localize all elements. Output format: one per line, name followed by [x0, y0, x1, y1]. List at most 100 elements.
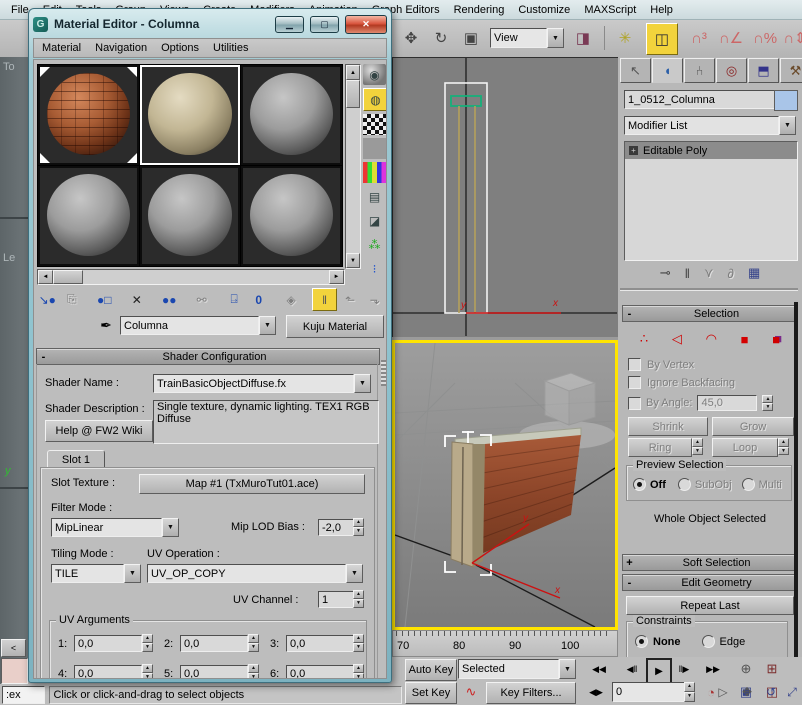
- play-button-icon[interactable]: ▶: [646, 658, 672, 684]
- ring-button[interactable]: Ring: [628, 438, 692, 457]
- timeline[interactable]: 70 80 90 100: [392, 630, 618, 657]
- uv-arg-6-field[interactable]: 0,0: [286, 665, 354, 679]
- uv-channel-spinner[interactable]: ▲▼: [353, 590, 364, 608]
- chevron-down-icon[interactable]: ▼: [559, 659, 576, 679]
- go-to-parent-icon[interactable]: ⬑: [339, 289, 362, 310]
- uv-operation-dropdown[interactable]: UV_OP_COPY ▼: [147, 564, 363, 583]
- select-and-move-icon[interactable]: ✥: [398, 25, 424, 51]
- uv-arg-1-field[interactable]: 0,0: [74, 635, 142, 652]
- select-and-scale-icon[interactable]: ▣: [458, 25, 484, 51]
- help-fw2-wiki-button[interactable]: Help @ FW2 Wiki: [45, 420, 153, 442]
- close-button[interactable]: ✕: [345, 15, 387, 34]
- select-by-material-icon[interactable]: ⁂: [363, 234, 386, 255]
- arc-rotate-icon[interactable]: ↺: [760, 682, 782, 702]
- tab-utilities-icon[interactable]: ⚒: [780, 58, 802, 83]
- make-unique-icon[interactable]: ⋎: [704, 265, 714, 281]
- tab-hierarchy-icon[interactable]: ⑃: [684, 58, 715, 83]
- frame-spinner[interactable]: ▲▼: [684, 682, 695, 702]
- scroll-thumb-h[interactable]: [53, 270, 83, 284]
- background-checker-icon[interactable]: [363, 114, 386, 135]
- ignore-backfacing-checkbox[interactable]: [628, 376, 641, 389]
- go-forward-to-sibling-icon[interactable]: ⬎: [363, 289, 386, 310]
- border-subobject-icon[interactable]: ◠: [706, 331, 717, 347]
- get-material-icon[interactable]: ↘●: [36, 289, 59, 310]
- pan-icon[interactable]: ✥: [736, 682, 758, 702]
- constraints-none-radio[interactable]: [635, 635, 648, 648]
- menu-customize[interactable]: Customize: [511, 3, 577, 17]
- selection-set-dropdown[interactable]: Selected ▼: [458, 659, 576, 679]
- remove-modifier-icon[interactable]: ∂: [728, 266, 734, 281]
- make-preview-icon[interactable]: ▤: [363, 186, 386, 207]
- material-options-icon[interactable]: ◪: [363, 210, 386, 231]
- chevron-down-icon[interactable]: ▼: [259, 316, 276, 335]
- column-side-face[interactable]: [473, 444, 485, 567]
- field-of-view-icon[interactable]: ▷: [712, 682, 734, 702]
- loop-button[interactable]: Loop: [712, 438, 778, 457]
- sample-type-icon[interactable]: ◉: [363, 64, 386, 85]
- timeline-scroll-left-button[interactable]: <: [1, 639, 26, 657]
- scroll-right-icon[interactable]: ►: [329, 270, 344, 284]
- sample-slot-6[interactable]: [241, 166, 342, 266]
- uv-arg-2-spinner[interactable]: ▲▼: [248, 634, 259, 652]
- scroll-thumb[interactable]: [346, 80, 360, 108]
- zoom-all-icon[interactable]: ⊞: [760, 659, 784, 679]
- zoom-icon[interactable]: ⊕: [734, 659, 758, 679]
- tiling-mode-dropdown[interactable]: TILE ▼: [51, 564, 141, 583]
- scroll-left-icon[interactable]: ◄: [38, 270, 53, 284]
- soft-selection-rollout-header[interactable]: + Soft Selection: [622, 554, 798, 571]
- me-menu-material[interactable]: Material: [42, 42, 81, 54]
- maxscript-mini-listener[interactable]: :ex: [2, 686, 45, 704]
- go-to-start-icon[interactable]: ◀◀: [584, 659, 614, 679]
- pin-stack-icon[interactable]: ⊸: [660, 265, 671, 281]
- reset-map-icon[interactable]: ✕: [125, 289, 148, 310]
- mip-lod-bias-spinner[interactable]: ▲▼: [353, 518, 364, 536]
- make-unique-icon[interactable]: ⚯: [190, 289, 213, 310]
- by-angle-spinner[interactable]: ▲▼: [762, 395, 773, 411]
- assign-material-to-selection-icon[interactable]: ●□: [93, 289, 116, 310]
- auto-key-button[interactable]: Auto Key: [405, 659, 457, 681]
- me-menu-options[interactable]: Options: [161, 42, 199, 54]
- viewport-top[interactable]: y x: [392, 57, 620, 339]
- video-color-check-icon[interactable]: [363, 162, 386, 183]
- shader-config-rollout-header[interactable]: - Shader Configuration: [36, 348, 380, 365]
- chevron-down-icon[interactable]: ▼: [354, 374, 371, 393]
- next-frame-icon[interactable]: ‖▶: [672, 659, 696, 679]
- uv-arg-4-spinner[interactable]: ▲▼: [142, 664, 153, 679]
- put-material-to-scene-icon[interactable]: ⎘: [61, 289, 84, 310]
- slots-vertical-scrollbar[interactable]: ▲ ▼: [345, 64, 361, 269]
- uv-arg-1-spinner[interactable]: ▲▼: [142, 634, 153, 652]
- key-step-icon[interactable]: ◀▶: [584, 682, 608, 702]
- material-editor-titlebar[interactable]: G Material Editor - Columna ▁ ▢ ✕: [33, 12, 387, 36]
- select-and-rotate-icon[interactable]: ↻: [428, 25, 454, 51]
- stack-expand-icon[interactable]: +: [629, 146, 638, 155]
- sample-slot-4[interactable]: [38, 166, 139, 266]
- pick-material-from-object-icon[interactable]: ✒: [96, 315, 116, 335]
- by-vertex-checkbox[interactable]: [628, 358, 641, 371]
- tab-create-icon[interactable]: ↖: [620, 58, 651, 83]
- snap-3-icon[interactable]: ∩³: [686, 25, 712, 51]
- material-name-dropdown[interactable]: Columna ▼: [120, 316, 276, 335]
- selection-rollout-header[interactable]: - Selection: [622, 305, 798, 322]
- use-center-icon[interactable]: ◨: [570, 25, 596, 51]
- by-angle-field[interactable]: 45,0: [697, 395, 757, 411]
- sample-slot-active[interactable]: [140, 65, 241, 165]
- me-menu-utilities[interactable]: Utilities: [213, 42, 248, 54]
- chevron-down-icon[interactable]: ▼: [346, 564, 363, 583]
- scroll-down-icon[interactable]: ▼: [346, 253, 360, 268]
- uv-channel-field[interactable]: 1: [318, 591, 356, 608]
- slots-horizontal-scrollbar[interactable]: ◄ ►: [37, 269, 345, 285]
- material-map-navigator-icon[interactable]: ⁝: [363, 258, 386, 279]
- key-filters-button[interactable]: Key Filters...: [486, 682, 576, 704]
- show-end-result-icon[interactable]: ‖: [685, 266, 690, 281]
- params-scroll-grip[interactable]: [381, 360, 386, 386]
- scroll-up-icon[interactable]: ▲: [346, 65, 360, 80]
- stack-item-editable-poly[interactable]: + Editable Poly: [625, 142, 797, 159]
- loop-spinner[interactable]: ▲▼: [778, 438, 789, 455]
- element-subobject-icon[interactable]: ■: [772, 332, 780, 347]
- maximize-viewport-icon[interactable]: ⤢: [782, 682, 802, 702]
- menu-help[interactable]: Help: [643, 3, 680, 17]
- make-material-copy-icon[interactable]: ●●: [158, 289, 181, 310]
- sample-slot-brick[interactable]: [38, 65, 139, 165]
- show-end-result-icon[interactable]: ‖: [312, 288, 337, 311]
- edge-subobject-icon[interactable]: ◁: [672, 331, 682, 347]
